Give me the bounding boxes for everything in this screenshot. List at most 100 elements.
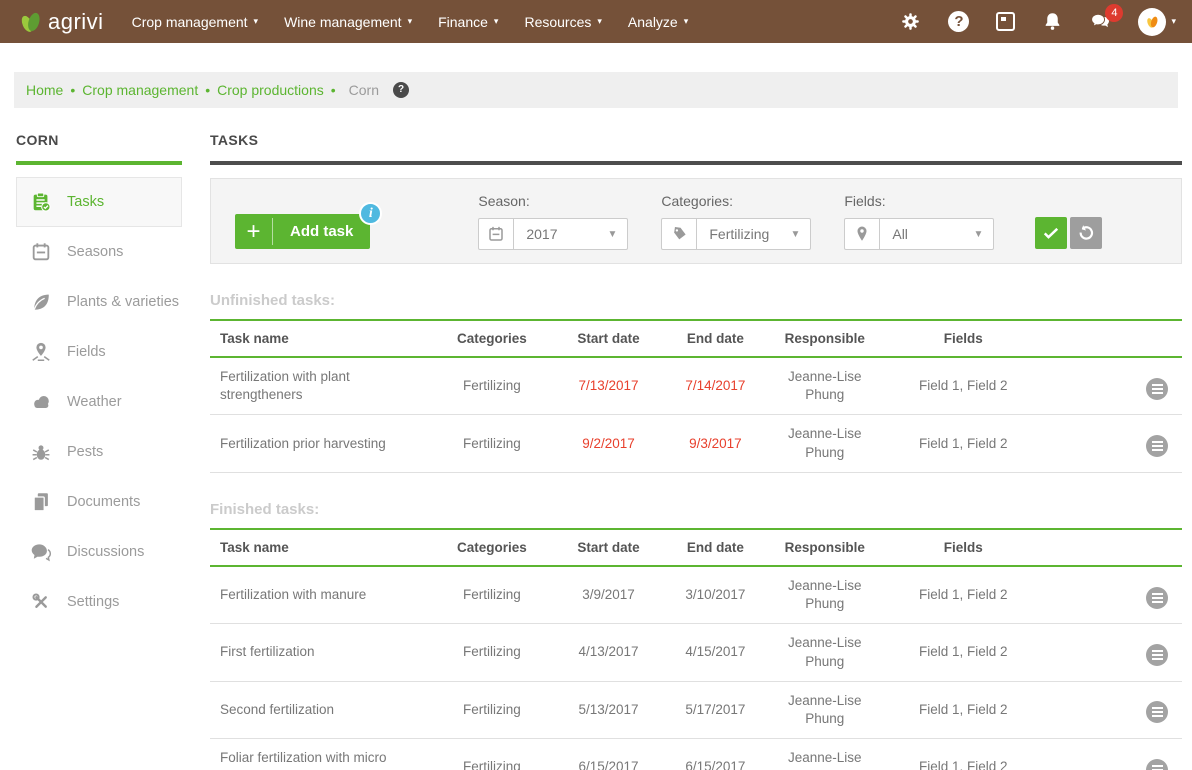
avatar-leaf-icon bbox=[1142, 12, 1162, 32]
chevron-down-icon: ▾ bbox=[254, 16, 259, 27]
discussion-bubble-icon bbox=[30, 541, 52, 563]
fields-select[interactable]: All ▼ bbox=[844, 218, 994, 250]
nav-item-finance[interactable]: Finance▾ bbox=[438, 14, 498, 30]
row-menu-icon[interactable] bbox=[1146, 701, 1168, 723]
task-name: Fertilization prior harvesting bbox=[210, 415, 434, 472]
col-categories: Categories bbox=[434, 529, 551, 566]
task-category: Fertilizing bbox=[434, 415, 551, 472]
task-start-date: 6/15/2017 bbox=[550, 739, 667, 770]
finished-tasks-title: Finished tasks: bbox=[210, 501, 1182, 518]
row-menu-icon[interactable] bbox=[1146, 378, 1168, 400]
sidebar-item-plants-varieties[interactable]: Plants & varieties bbox=[16, 277, 182, 327]
navbar-actions: ? 4 ▾ bbox=[900, 8, 1176, 36]
apply-filters-button[interactable] bbox=[1035, 217, 1067, 249]
col-actions bbox=[1041, 320, 1182, 357]
sidebar-item-pests[interactable]: Pests bbox=[16, 427, 182, 477]
agrivi-leaf-icon bbox=[16, 7, 46, 37]
fields-value: All bbox=[880, 226, 908, 242]
col-end-date: End date bbox=[667, 529, 764, 566]
categories-select[interactable]: Fertilizing ▼ bbox=[661, 218, 811, 250]
page-title: TASKS bbox=[210, 132, 1182, 148]
notifications-bell-icon[interactable] bbox=[1042, 11, 1063, 32]
row-menu-icon[interactable] bbox=[1146, 587, 1168, 609]
info-icon[interactable]: i bbox=[359, 202, 382, 225]
task-fields: Field 1, Field 2 bbox=[885, 739, 1041, 770]
col-fields: Fields bbox=[885, 320, 1041, 357]
task-name: Fertilization with manure bbox=[210, 566, 434, 624]
breadcrumb-home[interactable]: Home bbox=[26, 82, 63, 98]
task-responsible: Jeanne-Lise Phung bbox=[764, 357, 886, 415]
tasks-panel: TASKS + Add task i Season: bbox=[210, 132, 1182, 770]
categories-filter: Categories: Fertilizing ▼ bbox=[661, 193, 811, 250]
task-name: Foliar fertilization with micro nutrient… bbox=[210, 739, 434, 770]
user-avatar bbox=[1138, 8, 1166, 36]
app-logo[interactable]: agrivi bbox=[16, 7, 104, 37]
season-select[interactable]: 2017 ▼ bbox=[478, 218, 628, 250]
top-navbar: agrivi Crop management▾ Wine management▾… bbox=[0, 0, 1192, 43]
breadcrumb: Home • Crop management • Crop production… bbox=[14, 72, 1178, 108]
task-end-date: 4/15/2017 bbox=[667, 624, 764, 681]
categories-label: Categories: bbox=[661, 193, 811, 209]
task-fields: Field 1, Field 2 bbox=[885, 624, 1041, 681]
messages-wrap: 4 bbox=[1090, 11, 1111, 32]
chevron-down-icon: ▼ bbox=[973, 229, 983, 240]
row-menu-icon[interactable] bbox=[1146, 644, 1168, 666]
breadcrumb-help-icon[interactable]: ? bbox=[393, 82, 409, 98]
breadcrumb-separator: • bbox=[205, 82, 210, 98]
reset-filters-button[interactable] bbox=[1070, 217, 1102, 249]
unfinished-tasks-table: Task name Categories Start date End date… bbox=[210, 319, 1182, 473]
nav-item-resources[interactable]: Resources▾ bbox=[524, 14, 601, 30]
chevron-down-icon: ▼ bbox=[790, 229, 800, 240]
table-header-row: Task name Categories Start date End date… bbox=[210, 320, 1182, 357]
calendar-icon[interactable] bbox=[996, 12, 1015, 31]
sidebar-item-discussions[interactable]: Discussions bbox=[16, 527, 182, 577]
add-task-button[interactable]: + Add task bbox=[235, 214, 370, 249]
table-row: First fertilization Fertilizing 4/13/201… bbox=[210, 624, 1182, 681]
task-fields: Field 1, Field 2 bbox=[885, 415, 1041, 472]
sidebar-item-tasks[interactable]: Tasks bbox=[16, 177, 182, 227]
col-task-name: Task name bbox=[210, 320, 434, 357]
row-menu-icon[interactable] bbox=[1146, 435, 1168, 457]
col-responsible: Responsible bbox=[764, 320, 886, 357]
chevron-down-icon: ▾ bbox=[597, 16, 602, 27]
sidebar-item-seasons[interactable]: Seasons bbox=[16, 227, 182, 277]
categories-value: Fertilizing bbox=[697, 226, 769, 242]
nav-item-crop-management[interactable]: Crop management▾ bbox=[132, 14, 258, 30]
nav-item-wine-management[interactable]: Wine management▾ bbox=[284, 14, 412, 30]
sidebar-item-settings[interactable]: Settings bbox=[16, 577, 182, 627]
task-name: First fertilization bbox=[210, 624, 434, 681]
sidebar-accent-rule bbox=[16, 161, 182, 165]
breadcrumb-crop-productions[interactable]: Crop productions bbox=[217, 82, 324, 98]
col-start-date: Start date bbox=[550, 529, 667, 566]
sidebar-item-fields[interactable]: Fields bbox=[16, 327, 182, 377]
sidebar-item-documents[interactable]: Documents bbox=[16, 477, 182, 527]
task-fields: Field 1, Field 2 bbox=[885, 566, 1041, 624]
breadcrumb-crop-management[interactable]: Crop management bbox=[82, 82, 198, 98]
leaf-icon bbox=[30, 291, 52, 313]
page-title-rule bbox=[210, 161, 1182, 165]
task-category: Fertilizing bbox=[434, 357, 551, 415]
season-label: Season: bbox=[478, 193, 628, 209]
row-menu-icon[interactable] bbox=[1146, 759, 1168, 770]
check-icon bbox=[1041, 223, 1061, 243]
map-pin-icon bbox=[845, 219, 880, 249]
unfinished-tasks-title: Unfinished tasks: bbox=[210, 292, 1182, 309]
map-pin-icon bbox=[30, 341, 52, 363]
task-category: Fertilizing bbox=[434, 624, 551, 681]
task-start-date: 7/13/2017 bbox=[550, 357, 667, 415]
logo-text: agrivi bbox=[48, 9, 104, 35]
table-header-row: Task name Categories Start date End date… bbox=[210, 529, 1182, 566]
settings-gear-icon[interactable] bbox=[900, 11, 921, 32]
messages-badge: 4 bbox=[1105, 4, 1123, 22]
task-responsible: Jeanne-Lise Phung bbox=[764, 415, 886, 472]
user-menu[interactable]: ▾ bbox=[1138, 8, 1176, 36]
crop-sidebar: CORN Tasks bbox=[16, 132, 182, 770]
task-end-date: 3/10/2017 bbox=[667, 566, 764, 624]
tag-icon bbox=[662, 219, 697, 249]
tasks-clipboard-icon bbox=[30, 191, 52, 213]
task-fields: Field 1, Field 2 bbox=[885, 357, 1041, 415]
nav-item-analyze[interactable]: Analyze▾ bbox=[628, 14, 688, 30]
sidebar-item-weather[interactable]: Weather bbox=[16, 377, 182, 427]
help-icon[interactable]: ? bbox=[948, 11, 969, 32]
cloud-icon bbox=[30, 391, 52, 413]
